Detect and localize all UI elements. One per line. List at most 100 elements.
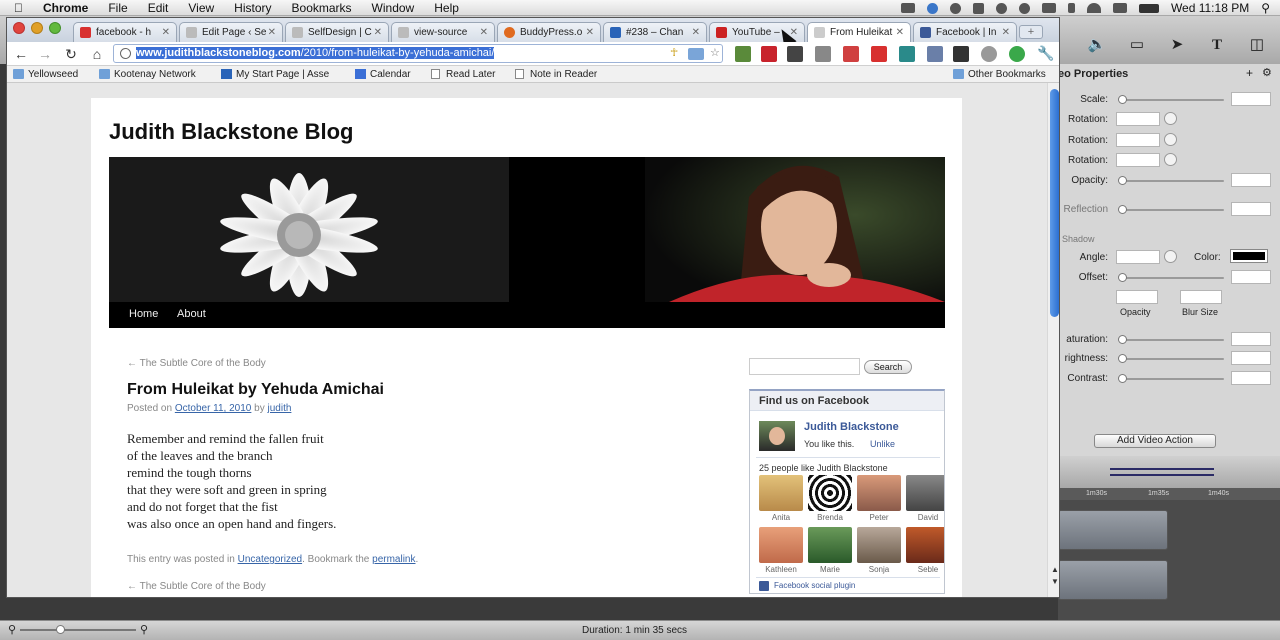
wifi-icon[interactable]	[1086, 3, 1101, 13]
accessibility-icon[interactable]	[995, 2, 1007, 14]
saturation-slider-knob[interactable]	[1118, 335, 1127, 344]
fb-social-plugin-link[interactable]: Facebook social plugin	[774, 581, 855, 590]
dropbox-icon[interactable]	[926, 2, 938, 14]
shadow-opacity-field[interactable]	[1116, 290, 1158, 304]
extension-icon[interactable]	[899, 46, 915, 62]
blur-size-field[interactable]	[1180, 290, 1222, 304]
x-rotation-field[interactable]	[1116, 112, 1160, 126]
fan-name[interactable]: Kathleen	[759, 565, 803, 574]
bookmark-star-icon[interactable]: ☆	[710, 45, 720, 62]
fan-name[interactable]: Sonja	[857, 565, 901, 574]
forward-button[interactable]: →	[35, 45, 55, 63]
fan-name[interactable]: Marie	[808, 565, 852, 574]
vertical-scrollbar[interactable]: ▲ ▼	[1047, 83, 1059, 597]
menu-app-name[interactable]: Chrome	[33, 0, 98, 16]
fan-name[interactable]: David	[906, 513, 944, 522]
spotlight-icon[interactable]: ⚲	[1261, 1, 1270, 15]
offset-field[interactable]	[1231, 270, 1271, 284]
new-tab-button[interactable]: +	[1019, 25, 1043, 39]
opacity-field[interactable]	[1231, 173, 1271, 187]
menu-window[interactable]: Window	[362, 0, 425, 16]
menu-view[interactable]: View	[178, 0, 224, 16]
extension-badge-icon[interactable]	[688, 48, 704, 60]
previous-post-link[interactable]: ← The Subtle Core of the Body	[127, 358, 727, 369]
fan-name[interactable]: Peter	[857, 513, 901, 522]
page-viewport[interactable]: Judith Blackstone Blog Home About ← The …	[7, 83, 1059, 597]
bookmark-read-later[interactable]: Read Later	[431, 68, 495, 81]
tab-close-icon[interactable]: ✕	[896, 23, 904, 42]
tab[interactable]: view-source ✕	[391, 22, 495, 42]
audio-icon[interactable]: 🔈	[1086, 36, 1108, 54]
video-camera-icon[interactable]	[900, 3, 915, 13]
add-property-icon[interactable]: +	[1246, 66, 1253, 80]
site-title[interactable]: Judith Blackstone Blog	[109, 119, 353, 145]
z-rotation-dial[interactable]	[1164, 153, 1177, 166]
menu-history[interactable]: History	[224, 0, 281, 16]
scroll-down-arrow-icon[interactable]: ▼	[1051, 577, 1059, 586]
address-bar[interactable]: www.judithblackstoneblog.com/2010/from-h…	[113, 44, 723, 63]
scale-field[interactable]	[1231, 92, 1271, 106]
tab-close-icon[interactable]: ✕	[268, 23, 276, 42]
minimize-window-button[interactable]	[31, 22, 43, 34]
category-link[interactable]: Uncategorized	[238, 554, 302, 565]
page-avatar[interactable]	[759, 421, 795, 451]
time-machine-icon[interactable]	[1018, 2, 1030, 14]
tab-close-icon[interactable]: ✕	[586, 23, 594, 42]
screen-icon[interactable]: ▭	[1126, 36, 1148, 54]
reflection-slider[interactable]	[1122, 209, 1224, 211]
fan-avatar[interactable]	[808, 527, 852, 563]
zoom-out-icon[interactable]: ⚲	[8, 623, 16, 636]
timeline[interactable]: 1m30s 1m35s 1m40s	[1058, 456, 1280, 640]
nav-home[interactable]: Home	[129, 308, 158, 320]
search-input[interactable]	[749, 358, 860, 375]
tab[interactable]: SelfDesign | C ✕	[285, 22, 389, 42]
extension-icon[interactable]	[787, 46, 803, 62]
bookmark-calendar[interactable]: Calendar	[355, 68, 411, 81]
contrast-field[interactable]	[1231, 371, 1271, 385]
extension-icon[interactable]	[953, 46, 969, 62]
tab-close-icon[interactable]: ✕	[374, 23, 382, 42]
menu-help[interactable]: Help	[424, 0, 469, 16]
tab[interactable]: Edit Page ‹ Se ✕	[179, 22, 283, 42]
bookmark-kootenay-network[interactable]: Kootenay Network	[99, 68, 196, 81]
brightness-field[interactable]	[1231, 351, 1271, 365]
other-bookmarks[interactable]: Other Bookmarks	[953, 68, 1046, 81]
contrast-slider[interactable]	[1122, 378, 1224, 380]
reflection-field[interactable]	[1231, 202, 1271, 216]
close-window-button[interactable]	[13, 22, 25, 34]
nav-about[interactable]: About	[177, 308, 206, 320]
angle-dial[interactable]	[1164, 250, 1177, 263]
permalink-link[interactable]: permalink	[372, 554, 415, 565]
extension-icon[interactable]	[815, 46, 831, 62]
fan-avatar[interactable]	[857, 475, 901, 511]
add-video-action-button[interactable]: Add Video Action	[1094, 434, 1216, 448]
bookmark-note-in-reader[interactable]: Note in Reader	[515, 68, 597, 81]
zoom-slider[interactable]	[20, 629, 136, 631]
menu-file[interactable]: File	[98, 0, 137, 16]
bookmark-my-start-page[interactable]: My Start Page | Asse	[221, 68, 329, 81]
zoom-in-icon[interactable]: ⚲	[140, 623, 148, 636]
angle-field[interactable]	[1116, 250, 1160, 264]
menu-edit[interactable]: Edit	[138, 0, 179, 16]
volume-icon[interactable]	[1112, 3, 1127, 13]
y-rotation-dial[interactable]	[1164, 133, 1177, 146]
fan-name[interactable]: Brenda	[808, 513, 852, 522]
tab-close-icon[interactable]: ✕	[692, 23, 700, 42]
scrollbar-thumb[interactable]	[1050, 89, 1059, 317]
zoom-window-button[interactable]	[49, 22, 61, 34]
gmail-checker-icon[interactable]	[871, 46, 887, 62]
fan-avatar[interactable]	[906, 527, 944, 563]
fan-avatar[interactable]	[857, 527, 901, 563]
y-rotation-field[interactable]	[1116, 133, 1160, 147]
opacity-slider-knob[interactable]	[1118, 176, 1127, 185]
fan-avatar[interactable]	[906, 475, 944, 511]
extension-icon[interactable]	[927, 46, 943, 62]
tab[interactable]: facebook - h ✕	[73, 22, 177, 42]
bluetooth-icon[interactable]	[1067, 3, 1075, 13]
scale-slider-knob[interactable]	[1118, 95, 1127, 104]
timeline-clip[interactable]	[1058, 510, 1168, 550]
extension-icon[interactable]	[1009, 46, 1025, 62]
evernote-icon[interactable]	[972, 2, 984, 14]
bookmark-yellowseed[interactable]: Yellowseed	[13, 68, 78, 81]
contrast-slider-knob[interactable]	[1118, 374, 1127, 383]
